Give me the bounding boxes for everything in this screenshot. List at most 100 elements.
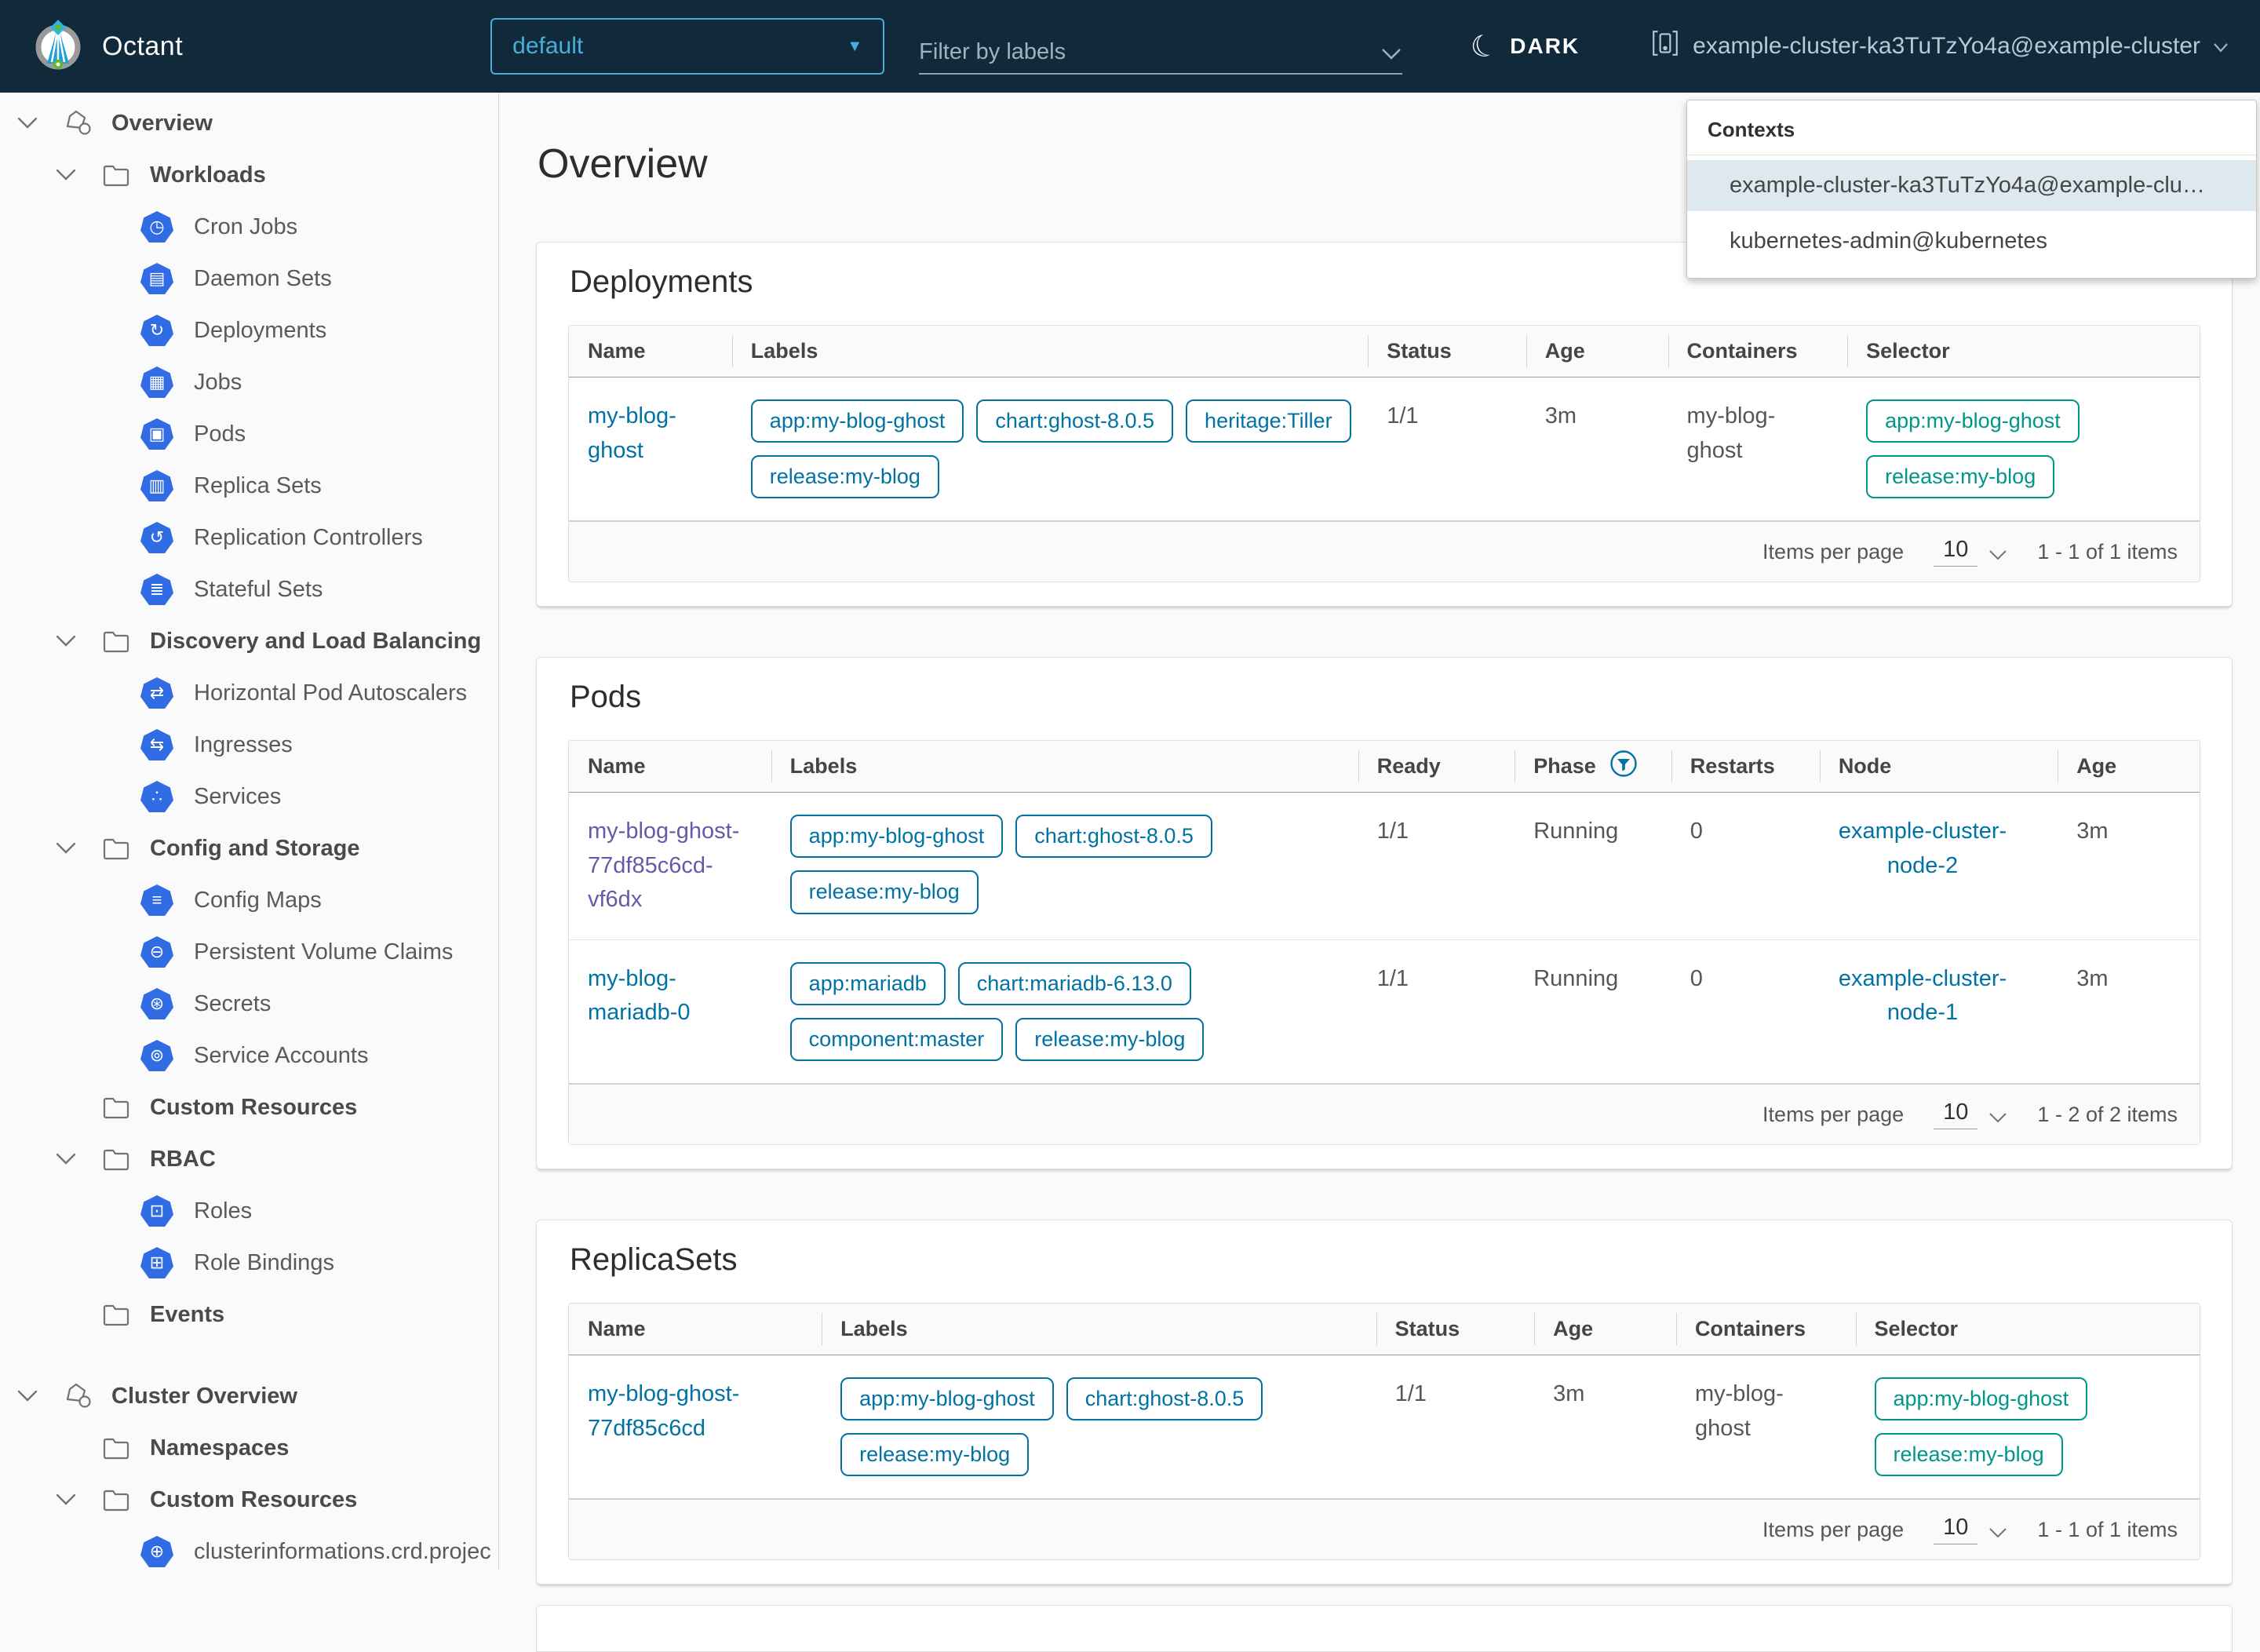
table-row: my-blog- ghostapp:my-blog-ghostchart:gho…	[569, 377, 2200, 520]
sidebar-item-config-maps[interactable]: ≡Config Maps	[0, 874, 498, 926]
sidebar-item-services[interactable]: ∴Services	[0, 771, 498, 822]
cell-name: my-blog- ghost	[569, 399, 732, 498]
customresource-icon: ⊕	[140, 1536, 173, 1567]
cell-value: 3m	[2076, 966, 2108, 991]
sidebar-item-label: Daemon Sets	[194, 266, 332, 292]
sidebar-item-clusterinformations-crd-projec[interactable]: ⊕clusterinformations.crd.projec	[0, 1526, 498, 1570]
sidebar-item-events[interactable]: Events	[0, 1289, 498, 1340]
label-badge: chart:ghost-8.0.5	[1066, 1377, 1263, 1420]
cell-node: example-cluster- node-1	[1820, 962, 2058, 1061]
sidebar-item-rbac[interactable]: RBAC	[0, 1133, 498, 1185]
pagination-range: 1 - 2 of 2 items	[2037, 1103, 2178, 1127]
resource-link[interactable]: my-blog- ghost	[588, 403, 676, 463]
replicasets-table: NameLabelsStatusAgeContainersSelectormy-…	[568, 1303, 2200, 1560]
resource-link[interactable]: example-cluster- node-1	[1839, 962, 2007, 1030]
cell-value: 3m	[1553, 1381, 1584, 1406]
page-size-select[interactable]: 10	[1934, 1100, 2007, 1129]
sidebar-item-pods[interactable]: ▣Pods	[0, 408, 498, 460]
selector-badges: app:my-blog-ghostrelease:my-blog	[1875, 1377, 2184, 1476]
page-size-select[interactable]: 10	[1934, 537, 2007, 567]
column-header-label: Node	[1839, 754, 1892, 779]
context-option[interactable]: kubernetes-admin@kubernetes	[1687, 216, 2256, 267]
folder-icon	[101, 629, 133, 653]
theme-toggle-button[interactable]: ☾ DARK	[1471, 29, 1580, 64]
sidebar-item-cron-jobs[interactable]: ◷Cron Jobs	[0, 201, 498, 253]
resource-link[interactable]: my-blog- mariadb-0	[588, 966, 691, 1026]
sidebar-item-cluster-overview[interactable]: Cluster Overview	[0, 1370, 498, 1422]
folder-icon	[101, 1488, 133, 1512]
chevron-down-icon[interactable]	[56, 842, 76, 855]
column-header-label: Age	[1553, 1317, 1593, 1341]
chevron-down-icon[interactable]	[56, 1153, 76, 1165]
column-header-restarts: Restarts	[1671, 741, 1820, 792]
sidebar-item-daemon-sets[interactable]: ▤Daemon Sets	[0, 253, 498, 305]
label-filter-placeholder: Filter by labels	[919, 39, 1380, 65]
column-header-name: Name	[569, 741, 771, 792]
column-header-name: Name	[569, 326, 732, 377]
cell-containers: my-blog- ghost	[1668, 399, 1848, 498]
sidebar-item-ingresses[interactable]: ⇆Ingresses	[0, 719, 498, 771]
sidebar-item-deployments[interactable]: ↻Deployments	[0, 305, 498, 356]
sidebar-item-config-and-storage[interactable]: Config and Storage	[0, 822, 498, 874]
sidebar-item-jobs[interactable]: ▦Jobs	[0, 356, 498, 408]
context-switcher[interactable]: example-cluster-ka3TuTzYo4a@example-clus…	[1650, 28, 2229, 64]
sidebar-item-role-bindings[interactable]: ⊞Role Bindings	[0, 1237, 498, 1289]
sidebar-item-label: Events	[150, 1302, 224, 1328]
sidebar-item-persistent-volume-claims[interactable]: ⊖Persistent Volume Claims	[0, 926, 498, 978]
cell-status: 1/1	[1368, 399, 1526, 498]
sidebar-item-secrets[interactable]: ⊛Secrets	[0, 978, 498, 1030]
cell-value: 3m	[1545, 403, 1577, 428]
label-badge: heritage:Tiller	[1186, 399, 1351, 443]
sidebar-item-service-accounts[interactable]: ⊚Service Accounts	[0, 1030, 498, 1081]
column-header-label: Restarts	[1690, 754, 1775, 779]
sidebar-item-label: Pods	[194, 421, 246, 447]
filter-icon[interactable]	[1609, 749, 1638, 784]
sidebar-item-custom-resources[interactable]: Custom Resources	[0, 1474, 498, 1526]
sidebar-item-label: Horizontal Pod Autoscalers	[194, 680, 467, 706]
configmaps-icon: ≡	[140, 884, 173, 916]
sidebar-item-workloads[interactable]: Workloads	[0, 149, 498, 201]
sidebar-item-label: Custom Resources	[150, 1487, 357, 1513]
chevron-down-icon[interactable]	[17, 1390, 38, 1402]
column-header-selector: Selector	[1856, 1304, 2200, 1355]
chevron-down-icon[interactable]	[17, 117, 38, 129]
sidebar-item-stateful-sets[interactable]: ≣Stateful Sets	[0, 563, 498, 615]
sidebar-item-horizontal-pod-autoscalers[interactable]: ⇄Horizontal Pod Autoscalers	[0, 667, 498, 719]
octant-logo-icon	[31, 18, 85, 75]
replicasets-icon: ▥	[140, 470, 173, 501]
resource-link[interactable]: my-blog-ghost- 77df85c6cd	[588, 1381, 739, 1441]
sidebar-item-label: Stateful Sets	[194, 577, 323, 603]
namespace-select[interactable]: default ▼	[490, 18, 884, 75]
chevron-down-icon[interactable]	[56, 1493, 76, 1506]
context-option[interactable]: example-cluster-ka3TuTzYo4a@example-clu…	[1687, 160, 2256, 211]
sidebar-item-namespaces[interactable]: Namespaces	[0, 1422, 498, 1474]
column-header-ready: Ready	[1358, 741, 1515, 792]
column-header-label: Containers	[1695, 1317, 1806, 1341]
label-filter-input[interactable]: Filter by labels	[919, 18, 1402, 75]
column-header-label: Name	[588, 1317, 646, 1341]
sidebar-item-label: Custom Resources	[150, 1095, 357, 1121]
sidebar-item-label: Services	[194, 784, 281, 810]
cluster-icon	[1650, 28, 1680, 64]
column-header-labels: Labels	[771, 741, 1358, 792]
chevron-down-icon[interactable]	[56, 169, 76, 181]
sidebar-item-overview[interactable]: Overview	[0, 97, 498, 149]
resource-link[interactable]: my-blog-ghost- 77df85c6cd- vf6dx	[588, 819, 739, 912]
sidebar-item-custom-resources[interactable]: Custom Resources	[0, 1081, 498, 1133]
sidebar-item-replica-sets[interactable]: ▥Replica Sets	[0, 460, 498, 512]
cell-selector: app:my-blog-ghostrelease:my-blog	[1847, 399, 2200, 498]
page-size-select[interactable]: 10	[1934, 1515, 2007, 1544]
cell-value: my-blog- ghost	[1695, 1381, 1784, 1441]
table-pagination: Items per page101 - 1 of 1 items	[569, 520, 2200, 582]
chevron-down-icon[interactable]	[56, 635, 76, 647]
contexts-dropdown-title: Contexts	[1687, 100, 2256, 155]
resource-link[interactable]: example-cluster- node-2	[1839, 815, 2007, 883]
sidebar-item-discovery-and-load-balancing[interactable]: Discovery and Load Balancing	[0, 615, 498, 667]
cell-value: 0	[1690, 819, 1703, 844]
sidebar-item-label: Role Bindings	[194, 1250, 334, 1276]
sidebar-item-roles[interactable]: ⊡Roles	[0, 1185, 498, 1237]
sidebar-item-replication-controllers[interactable]: ↺Replication Controllers	[0, 512, 498, 563]
column-header-containers: Containers	[1676, 1304, 1856, 1355]
section-title: ReplicaSets	[570, 1242, 2200, 1278]
deployments-table: NameLabelsStatusAgeContainersSelectormy-…	[568, 325, 2200, 582]
